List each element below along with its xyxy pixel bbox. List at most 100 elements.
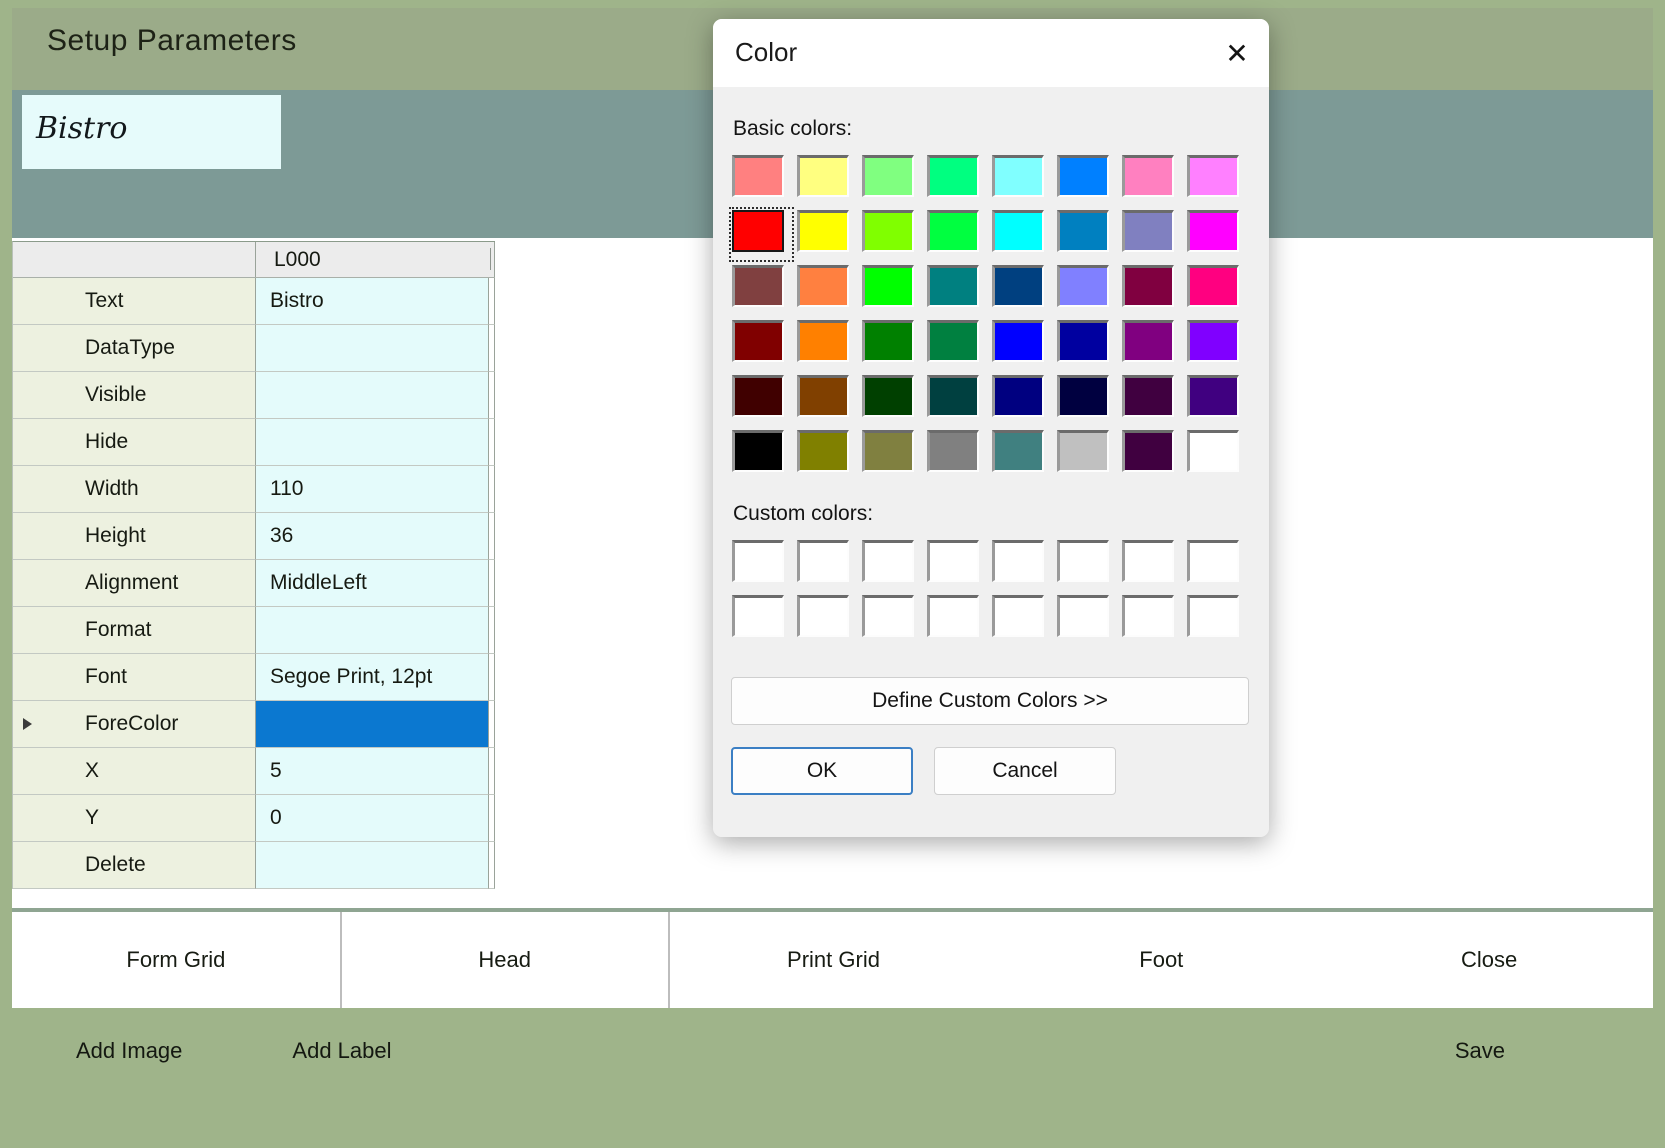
property-row[interactable]: DataType	[13, 325, 495, 372]
basic-color-swatch[interactable]	[1054, 427, 1119, 482]
property-row[interactable]: X5	[13, 748, 495, 795]
property-row[interactable]: Format	[13, 607, 495, 654]
basic-color-swatch[interactable]	[989, 317, 1054, 372]
basic-color-swatch-selected[interactable]	[729, 207, 794, 262]
basic-color-swatch[interactable]	[1119, 207, 1184, 262]
basic-color-swatch[interactable]	[1119, 372, 1184, 427]
define-custom-colors-button[interactable]: Define Custom Colors >>	[731, 677, 1249, 725]
basic-color-swatch[interactable]	[924, 262, 989, 317]
basic-color-swatch[interactable]	[729, 152, 794, 207]
property-row[interactable]: Font Segoe Print, 12pt	[13, 654, 495, 701]
basic-color-swatch[interactable]	[729, 372, 794, 427]
save-button[interactable]: Save	[1455, 1008, 1505, 1094]
property-value-cell[interactable]	[256, 325, 489, 372]
property-color-swatch-cell[interactable]	[256, 701, 489, 748]
row-selector-cell[interactable]	[13, 278, 41, 325]
row-selector-cell[interactable]	[13, 560, 41, 607]
basic-color-swatch[interactable]	[924, 427, 989, 482]
custom-color-swatch[interactable]	[859, 592, 924, 647]
close-icon[interactable]: ✕	[1205, 19, 1269, 87]
basic-color-swatch[interactable]	[1184, 152, 1249, 207]
basic-color-swatch[interactable]	[859, 207, 924, 262]
property-value-cell[interactable]	[256, 842, 489, 889]
basic-color-swatch[interactable]	[794, 372, 859, 427]
row-selector-cell[interactable]	[13, 607, 41, 654]
basic-color-swatch[interactable]	[1184, 372, 1249, 427]
basic-color-swatch[interactable]	[1119, 152, 1184, 207]
row-selector-cell[interactable]	[13, 842, 41, 889]
basic-color-swatch[interactable]	[989, 152, 1054, 207]
property-value-cell[interactable]: 36	[256, 513, 489, 560]
basic-color-swatch[interactable]	[729, 427, 794, 482]
row-selector-cell[interactable]	[13, 795, 41, 842]
ok-button[interactable]: OK	[731, 747, 913, 795]
basic-color-swatch[interactable]	[924, 152, 989, 207]
custom-color-swatch[interactable]	[1184, 537, 1249, 592]
custom-color-swatch[interactable]	[859, 537, 924, 592]
custom-color-swatch[interactable]	[729, 592, 794, 647]
basic-color-swatch[interactable]	[924, 372, 989, 427]
row-selector-cell[interactable]	[13, 748, 41, 795]
custom-color-swatch[interactable]	[1054, 592, 1119, 647]
basic-color-swatch[interactable]	[1184, 317, 1249, 372]
basic-color-swatch[interactable]	[989, 427, 1054, 482]
basic-color-swatch[interactable]	[729, 317, 794, 372]
tab-form-grid[interactable]: Form Grid	[12, 912, 340, 1008]
basic-color-swatch[interactable]	[924, 317, 989, 372]
basic-color-swatch[interactable]	[1054, 262, 1119, 317]
property-row[interactable]: Width 110	[13, 466, 495, 513]
basic-color-swatch[interactable]	[989, 372, 1054, 427]
custom-color-swatch[interactable]	[794, 592, 859, 647]
property-row[interactable]: Visible	[13, 372, 495, 419]
add-label-button[interactable]: Add Label	[266, 1038, 417, 1064]
property-row[interactable]: Alignment MiddleLeft	[13, 560, 495, 607]
basic-color-swatch[interactable]	[1054, 152, 1119, 207]
basic-color-swatch[interactable]	[729, 262, 794, 317]
property-row[interactable]: Height 36	[13, 513, 495, 560]
property-value-cell[interactable]: Segoe Print, 12pt	[256, 654, 489, 701]
basic-color-swatch[interactable]	[1184, 207, 1249, 262]
row-selector-cell[interactable]	[13, 419, 41, 466]
row-selector-cell[interactable]	[13, 466, 41, 513]
property-row[interactable]: ForeColor	[13, 701, 495, 748]
row-selector-cell[interactable]	[13, 654, 41, 701]
custom-color-swatch[interactable]	[989, 537, 1054, 592]
basic-color-swatch[interactable]	[794, 207, 859, 262]
custom-color-swatch[interactable]	[1119, 537, 1184, 592]
basic-color-swatch[interactable]	[924, 207, 989, 262]
tab-print-grid[interactable]: Print Grid	[669, 912, 998, 1008]
basic-color-swatch[interactable]	[1054, 372, 1119, 427]
custom-color-swatch[interactable]	[1054, 537, 1119, 592]
forecolor-swatch[interactable]	[256, 701, 488, 747]
basic-color-swatch[interactable]	[859, 317, 924, 372]
custom-color-swatch[interactable]	[989, 592, 1054, 647]
basic-color-swatch[interactable]	[859, 372, 924, 427]
property-row[interactable]: Text Bistro	[13, 278, 495, 325]
basic-color-swatch[interactable]	[859, 262, 924, 317]
property-value-cell[interactable]: MiddleLeft	[256, 560, 489, 607]
basic-color-swatch[interactable]	[989, 207, 1054, 262]
add-image-button[interactable]: Add Image	[50, 1038, 208, 1064]
basic-color-swatch[interactable]	[859, 427, 924, 482]
row-selector-cell[interactable]	[13, 372, 41, 419]
basic-color-swatch[interactable]	[859, 152, 924, 207]
basic-color-swatch[interactable]	[1119, 427, 1184, 482]
custom-color-swatch[interactable]	[924, 592, 989, 647]
basic-color-swatch[interactable]	[1054, 317, 1119, 372]
basic-color-swatch[interactable]	[794, 152, 859, 207]
property-value-cell[interactable]: 0	[256, 795, 489, 842]
custom-color-swatch[interactable]	[924, 537, 989, 592]
row-selector-cell[interactable]	[13, 513, 41, 560]
property-value-cell[interactable]	[256, 419, 489, 466]
basic-color-swatch[interactable]	[1119, 262, 1184, 317]
custom-color-swatch[interactable]	[1119, 592, 1184, 647]
custom-color-swatch[interactable]	[1184, 592, 1249, 647]
basic-color-swatch[interactable]	[794, 262, 859, 317]
basic-color-swatch[interactable]	[1119, 317, 1184, 372]
property-row[interactable]: Hide	[13, 419, 495, 466]
property-value-cell[interactable]	[256, 372, 489, 419]
property-value-cell[interactable]	[256, 607, 489, 654]
basic-color-swatch[interactable]	[1184, 262, 1249, 317]
tab-close[interactable]: Close	[1325, 912, 1653, 1008]
tab-head[interactable]: Head	[339, 912, 670, 1008]
